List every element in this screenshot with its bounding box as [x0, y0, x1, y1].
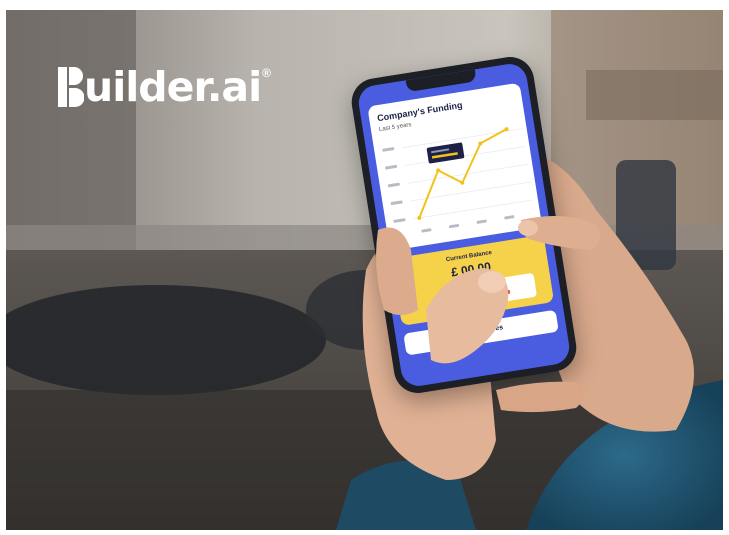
photo-frame: uilder.ai ® Company's Funding Last 5 yea… [6, 10, 723, 530]
fingers-foreground [376, 216, 600, 413]
